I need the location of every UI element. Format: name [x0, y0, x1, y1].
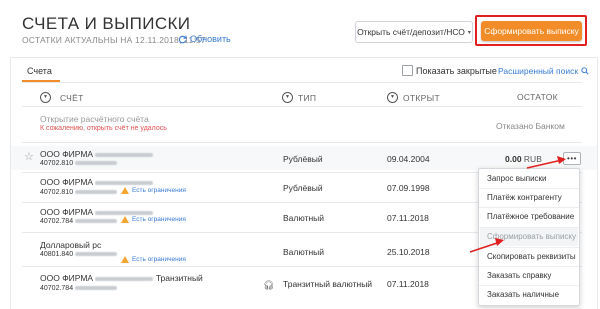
- account-type: Валютный: [283, 213, 324, 223]
- pending-account-error: К сожалению, открыть счёт не удалось: [40, 125, 167, 132]
- tab-accounts[interactable]: Счета: [27, 66, 52, 76]
- sort-icon: ▼: [282, 92, 293, 103]
- warning-icon: [121, 256, 129, 263]
- show-closed-label: Показать закрытые: [416, 66, 497, 76]
- account-name: ООО ФИРМА: [40, 177, 154, 187]
- restriction-label: Есть ограничения: [132, 216, 186, 223]
- column-type[interactable]: ▼ ТИП: [282, 92, 316, 103]
- account-name: ООО ФИРМА Транзитный: [40, 273, 203, 283]
- column-account[interactable]: ▼ СЧЁТ: [40, 92, 84, 103]
- account-type: Рублёвый: [283, 154, 323, 164]
- account-type: Транзитный валютный: [283, 279, 373, 289]
- row-divider: [22, 142, 582, 143]
- column-account-label: СЧЁТ: [60, 92, 84, 103]
- menu-divider: [479, 227, 579, 228]
- column-type-label: ТИП: [298, 92, 317, 103]
- warning-icon: [121, 187, 129, 194]
- tabs-divider: [22, 82, 582, 83]
- pending-account-status: Отказано Банком: [496, 121, 565, 131]
- advanced-search-link[interactable]: Расширенный поиск: [498, 66, 589, 76]
- chevron-down-icon: ▾: [467, 29, 471, 36]
- menu-divider: [479, 247, 579, 248]
- warning-icon: [121, 216, 129, 223]
- page-title: СЧЕТА И ВЫПИСКИ: [22, 14, 191, 33]
- account-date: 09.04.2004: [387, 154, 430, 164]
- menu-divider: [479, 207, 579, 208]
- account-date: 07.11.2018: [387, 279, 429, 289]
- menu-item-order-cash[interactable]: Заказать наличные: [487, 290, 559, 299]
- search-icon: [581, 67, 589, 75]
- menu-divider: [479, 188, 579, 189]
- account-date: 25.10.2018: [387, 247, 430, 257]
- account-number: 40801.840: [40, 251, 118, 258]
- menu-item-request-statement[interactable]: Запрос выписки: [487, 174, 547, 183]
- sort-icon: ▼: [387, 92, 398, 103]
- refresh-label: Обновить: [190, 34, 231, 44]
- headset-icon: 🎧︎: [263, 280, 275, 290]
- star-icon[interactable]: ☆: [24, 150, 34, 163]
- restriction-label: Есть ограничения: [132, 187, 186, 194]
- menu-item-payment[interactable]: Платёж контрагенту: [487, 193, 562, 202]
- account-name: Долларовый рс: [40, 240, 102, 250]
- column-balance-label: ОСТАТОК: [517, 92, 558, 102]
- restriction-link[interactable]: Есть ограничения: [121, 187, 186, 194]
- show-closed-checkbox[interactable]: [402, 65, 413, 76]
- account-number: 40702.810: [40, 160, 118, 167]
- refresh-link[interactable]: Обновить: [178, 34, 231, 44]
- column-opened-label: ОТКРЫТ: [403, 92, 440, 103]
- header-divider: [22, 106, 582, 107]
- open-account-label: Открыть счёт/депозит/НСО: [357, 27, 465, 37]
- menu-item-generate-statement[interactable]: Сформировать выписку: [487, 232, 576, 241]
- restriction-label: Есть ограничения: [132, 256, 186, 263]
- account-number: 40702.810: [40, 189, 118, 196]
- menu-item-copy-details[interactable]: Скопировать реквизиты: [487, 252, 576, 261]
- account-balance: 0.00 RUB: [505, 154, 542, 164]
- more-icon[interactable]: •••: [563, 152, 581, 165]
- menu-item-order-certificate[interactable]: Заказать справку: [487, 271, 551, 280]
- menu-divider: [479, 285, 579, 286]
- refresh-icon: [178, 35, 187, 43]
- generate-statement-button[interactable]: Сформировать выписку: [481, 21, 582, 41]
- advanced-search-label: Расширенный поиск: [498, 66, 579, 76]
- menu-divider: [479, 266, 579, 267]
- account-number: 40702.784: [40, 218, 118, 225]
- menu-item-payment-request[interactable]: Платёжное требование: [487, 212, 574, 221]
- restriction-link[interactable]: Есть ограничения: [121, 216, 186, 223]
- account-number: 40702.784: [40, 285, 118, 292]
- pending-account-name: Открытие расчётного счёта: [40, 114, 149, 124]
- sort-icon: ▼: [40, 92, 51, 103]
- account-date: 07.11.2018: [387, 213, 429, 223]
- account-date: 07.09.1998: [387, 183, 430, 193]
- open-account-select[interactable]: Открыть счёт/депозит/НСО ▾: [355, 21, 473, 43]
- restriction-link[interactable]: Есть ограничения: [121, 256, 186, 263]
- account-name: ООО ФИРМА: [40, 149, 154, 159]
- context-menu: Запрос выписки Платёж контрагенту Платёж…: [478, 168, 580, 306]
- account-type: Валютный: [283, 247, 324, 257]
- column-opened[interactable]: ▼ ОТКРЫТ: [387, 92, 440, 103]
- account-type: Рублёвый: [283, 183, 323, 193]
